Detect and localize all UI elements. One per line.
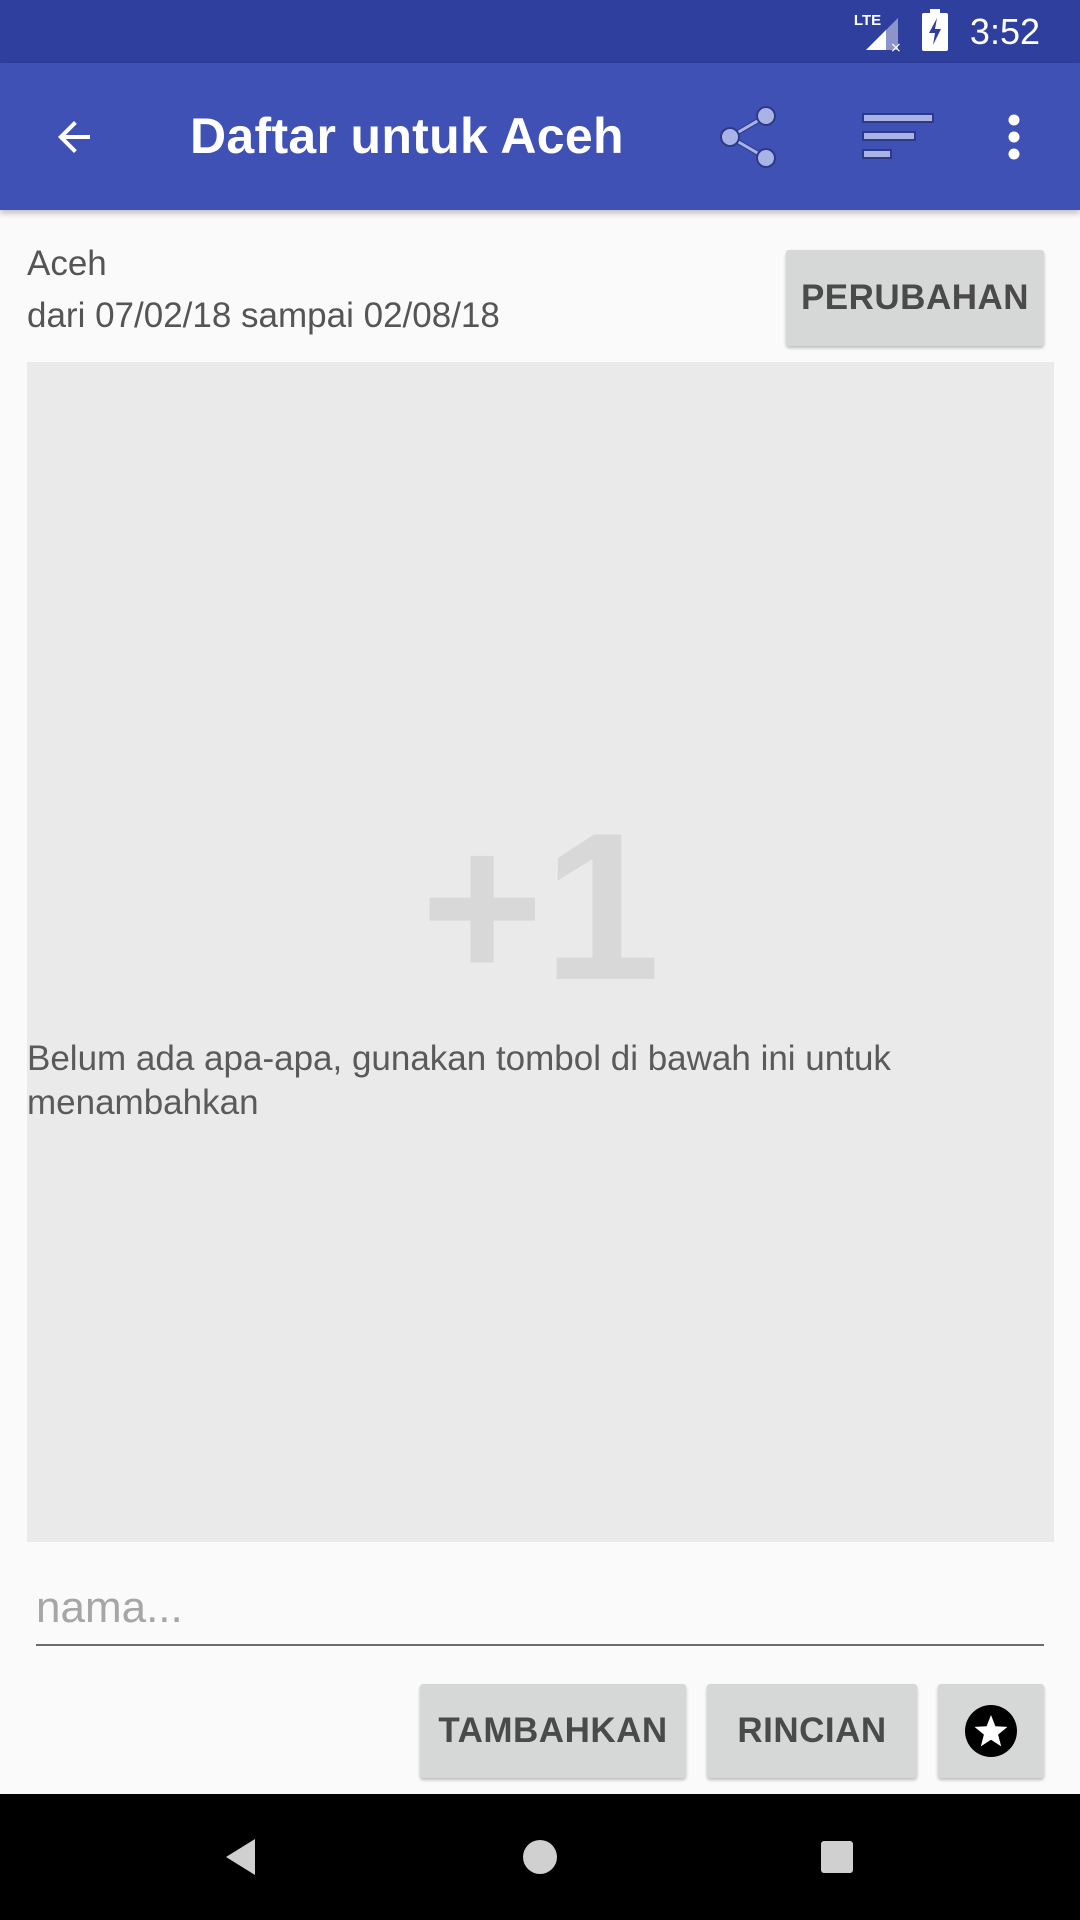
region-name: Aceh <box>27 244 107 283</box>
star-icon <box>965 1705 1017 1757</box>
nav-home-icon <box>523 1840 557 1874</box>
more-options-button[interactable] <box>984 99 1044 175</box>
nav-recents-icon <box>821 1841 853 1873</box>
nav-back-button[interactable] <box>208 1824 274 1890</box>
share-button[interactable] <box>711 99 787 175</box>
change-button[interactable]: PERUBAHAN <box>786 250 1044 346</box>
nav-back-icon <box>226 1839 255 1875</box>
app-bar: Daftar untuk Aceh <box>0 63 1080 210</box>
sort-button[interactable] <box>860 99 936 175</box>
empty-placeholder-text: +1 <box>420 789 661 1024</box>
details-button[interactable]: RINCIAN <box>707 1684 917 1778</box>
nav-home-button[interactable] <box>507 1824 573 1890</box>
empty-list-area: +1 Belum ada apa-apa, gunakan tombol di … <box>27 362 1054 1542</box>
date-range: dari 07/02/18 sampai 02/08/18 <box>27 296 500 335</box>
svg-text:×: × <box>890 40 902 54</box>
favorite-button[interactable] <box>938 1684 1044 1778</box>
battery-charging-icon <box>921 8 948 56</box>
share-icon <box>720 106 776 168</box>
navigation-bar <box>0 1794 1080 1920</box>
back-button[interactable] <box>36 99 112 175</box>
nav-recents-button[interactable] <box>804 1824 870 1890</box>
empty-message: Belum ada apa-apa, gunakan tombol di baw… <box>27 1039 891 1122</box>
status-bar: LTE × 3:52 <box>0 0 1080 63</box>
status-time: 3:52 <box>969 11 1040 52</box>
arrow-back-icon <box>58 121 90 153</box>
sort-icon <box>862 113 934 159</box>
more-vert-icon <box>1008 114 1020 160</box>
status-icons: LTE × 3:52 <box>854 8 1040 56</box>
name-input[interactable] <box>36 1572 1044 1646</box>
lte-signal-icon: LTE × <box>854 10 904 54</box>
list-info: Aceh dari 07/02/18 sampai 02/08/18 <box>27 238 500 342</box>
add-button[interactable]: TAMBAHKAN <box>420 1684 686 1778</box>
page-title: Daftar untuk Aceh <box>190 108 624 164</box>
